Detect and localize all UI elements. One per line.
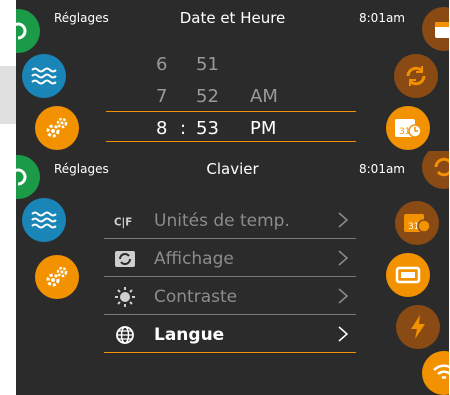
refresh-icon [434,157,449,177]
sun-icon [114,287,136,307]
cycle-button[interactable] [394,54,438,98]
picker-row-selected[interactable]: 8 : 53 PM [156,114,356,144]
wifi-icon [433,364,449,380]
picker-ampm: AM [250,86,278,107]
pump-icon [16,168,27,186]
clock-time: 8:01am [359,11,405,25]
picker-row[interactable]: 6 51 [156,50,356,80]
wifi-button[interactable] [422,351,449,395]
water-waves-icon [31,67,57,85]
picker-hour: 7 [156,86,168,107]
picker-row[interactable]: 7 52 AM [156,82,356,112]
globe-icon [114,325,136,345]
menu-item-label: Unités de temp. [154,211,290,231]
gears-icon [46,117,68,138]
date-time-button[interactable]: 31 [395,201,439,245]
date-time-screen: Réglages Date et Heure 8:01am 31 6 51 7 … [16,0,449,158]
divider [104,238,356,239]
chevron-right-icon [338,250,349,270]
picker-separator: : [180,118,187,139]
display-icon [395,266,421,284]
celsius-fahrenheit-icon: C|F [114,211,136,231]
picker-hour: 8 [156,118,168,139]
menu-item-display[interactable]: Affichage [104,241,356,277]
water-button[interactable] [22,198,66,242]
selection-line-bottom [106,141,356,142]
chevron-right-icon [338,326,349,346]
menu-item-contrast[interactable]: Contraste [104,279,356,315]
keyboard-settings-screen: Réglages Clavier 8:01am 31 C|F Unités de… [16,151,449,395]
divider [104,314,356,315]
pump-icon [16,22,27,40]
settings-button[interactable] [35,255,79,299]
divider [104,276,356,277]
menu-item-temperature-units[interactable]: C|F Unités de temp. [104,203,356,239]
picker-ampm: PM [250,118,277,139]
clock-time: 8:01am [359,162,405,176]
keyboard-button[interactable] [386,253,430,297]
lightning-icon [411,315,425,339]
menu-item-label: Contraste [154,287,238,307]
menu-item-label: Affichage [154,249,234,269]
calendar-clock-icon: 31 [404,214,431,233]
menu-item-language[interactable]: Langue [104,317,356,353]
divider [104,352,356,353]
picker-minute: 52 [196,86,219,107]
header: Réglages Clavier 8:01am [16,151,449,185]
water-button[interactable] [22,54,66,98]
energy-button[interactable] [396,305,440,349]
header: Réglages Date et Heure 8:01am [16,0,449,34]
rotate-display-icon [114,249,136,269]
chevron-right-icon [338,288,349,308]
date-time-button[interactable]: 31 [386,106,430,150]
svg-text:C|F: C|F [114,216,132,228]
settings-button[interactable] [35,106,79,150]
water-waves-icon [31,211,57,229]
chevron-right-icon [338,212,349,232]
calendar-clock-icon: 31 [395,119,422,138]
selection-line-top [106,111,356,112]
picker-hour: 6 [156,54,168,75]
picker-minute: 51 [196,54,219,75]
refresh-icon [406,66,426,86]
gears-icon [46,266,68,287]
picker-minute: 53 [196,118,219,139]
calendar-icon [435,22,449,38]
menu-item-label: Langue [154,325,225,345]
